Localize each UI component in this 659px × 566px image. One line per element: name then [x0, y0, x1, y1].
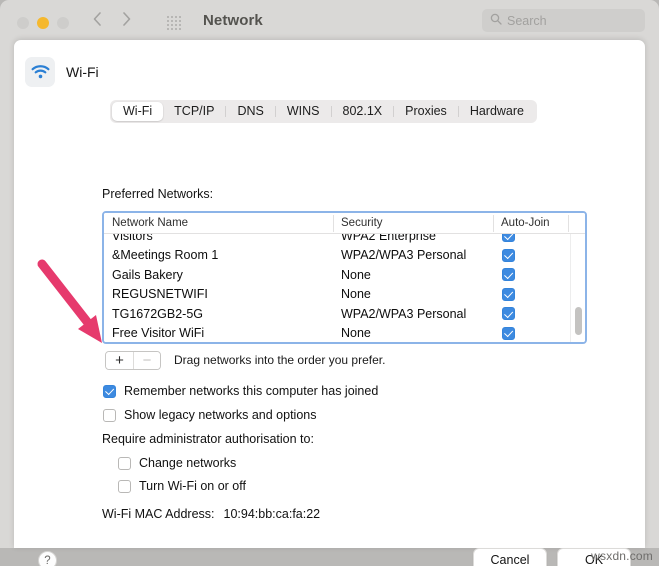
- cell-auto-join: [493, 234, 568, 243]
- table-rows-viewport: Visitors WPA2 Enterprise &Meetings Room …: [104, 234, 585, 342]
- auto-join-checkbox[interactable]: [502, 287, 515, 301]
- column-header-security[interactable]: Security: [333, 213, 493, 233]
- table-row[interactable]: Free Visitor WiFi None: [104, 324, 585, 343]
- remember-networks-label: Remember networks this computer has join…: [124, 384, 379, 398]
- cell-auto-join: [493, 287, 568, 301]
- cell-security: WPA2/WPA3 Personal: [341, 306, 467, 321]
- tab-dns[interactable]: DNS: [226, 102, 274, 121]
- auto-join-checkbox[interactable]: [502, 234, 515, 243]
- require-admin-label: Require administrator authorisation to:: [102, 432, 314, 446]
- table-row[interactable]: Visitors WPA2 Enterprise: [104, 234, 585, 246]
- cancel-button[interactable]: Cancel: [473, 548, 547, 566]
- auto-join-checkbox[interactable]: [502, 326, 515, 340]
- back-chevron-icon[interactable]: [93, 11, 102, 27]
- cell-security: None: [341, 326, 371, 341]
- column-header-network-name[interactable]: Network Name: [104, 213, 333, 233]
- window-title: Network: [203, 12, 263, 29]
- help-button[interactable]: ?: [38, 551, 57, 566]
- change-networks-row[interactable]: Change networks: [118, 456, 236, 470]
- zoom-button[interactable]: [57, 17, 69, 29]
- column-header-filler: [568, 213, 585, 233]
- cell-security: None: [341, 267, 371, 282]
- cell-security: WPA2 Enterprise: [341, 234, 436, 243]
- tab-tcpip[interactable]: TCP/IP: [163, 102, 225, 121]
- screen: Network Search Wi-Fi Wi-Fi TCP/IP DNS WI…: [0, 0, 659, 566]
- remove-network-button: −: [133, 352, 160, 369]
- cell-auto-join: [493, 307, 568, 321]
- table-row[interactable]: Gails Bakery None: [104, 265, 585, 285]
- remember-networks-checkbox[interactable]: [103, 384, 116, 398]
- show-all-grid-icon[interactable]: [167, 16, 183, 30]
- service-header: Wi-Fi: [25, 57, 99, 87]
- auto-join-checkbox[interactable]: [502, 248, 515, 262]
- search-placeholder: Search: [507, 13, 547, 28]
- tab-wifi[interactable]: Wi-Fi: [112, 102, 164, 121]
- watermark: wsxdn.com: [591, 549, 653, 563]
- mac-address-value: 10:94:bb:ca:fa:22: [223, 507, 321, 521]
- table-row[interactable]: &Meetings Room 1 WPA2/WPA3 Personal: [104, 246, 585, 266]
- forward-chevron-icon[interactable]: [122, 11, 131, 27]
- scrollbar-thumb[interactable]: [574, 307, 582, 335]
- preferred-networks-label: Preferred Networks:: [102, 187, 214, 201]
- mac-address-label: Wi-Fi MAC Address:: [102, 507, 215, 521]
- table-vertical-scrollbar[interactable]: [570, 234, 584, 342]
- change-networks-label: Change networks: [139, 456, 237, 470]
- change-networks-checkbox[interactable]: [118, 456, 131, 470]
- cell-security: None: [341, 287, 371, 302]
- cell-network-name: &Meetings Room 1: [112, 248, 219, 263]
- list-add-remove-control: + −: [105, 351, 161, 370]
- turn-wifi-on-off-label: Turn Wi-Fi on or off: [139, 479, 246, 493]
- minimize-button[interactable]: [37, 17, 49, 29]
- cell-auto-join: [493, 326, 568, 340]
- close-button[interactable]: [17, 17, 29, 29]
- cell-network-name: Free Visitor WiFi: [112, 326, 205, 341]
- wifi-advanced-sheet: Wi-Fi Wi-Fi TCP/IP DNS WINS 802.1X Proxi…: [14, 40, 645, 566]
- cell-security: WPA2/WPA3 Personal: [341, 248, 467, 263]
- service-label: Wi-Fi: [66, 64, 99, 80]
- cell-network-name: Gails Bakery: [112, 267, 183, 282]
- tab-hardware[interactable]: Hardware: [459, 102, 535, 121]
- turn-wifi-on-off-row[interactable]: Turn Wi-Fi on or off: [118, 479, 246, 493]
- cell-auto-join: [493, 248, 568, 262]
- tab-8021x[interactable]: 802.1X: [332, 102, 394, 121]
- preferred-networks-table[interactable]: Network Name Security Auto-Join Visitors…: [102, 211, 587, 344]
- table-row[interactable]: REGUSNETWIFI None: [104, 285, 585, 305]
- table-header-row: Network Name Security Auto-Join: [104, 213, 585, 234]
- cell-network-name: Visitors: [112, 234, 153, 243]
- remember-networks-row[interactable]: Remember networks this computer has join…: [103, 384, 378, 398]
- wifi-icon: [25, 57, 55, 87]
- column-header-auto-join[interactable]: Auto-Join: [493, 213, 568, 233]
- search-input[interactable]: Search: [482, 9, 645, 32]
- show-legacy-networks-checkbox[interactable]: [103, 408, 116, 422]
- cell-network-name: TG1672GB2-5G: [112, 306, 204, 321]
- traffic-light-group: [17, 17, 69, 29]
- turn-wifi-on-off-checkbox[interactable]: [118, 479, 131, 493]
- show-legacy-networks-label: Show legacy networks and options: [124, 408, 317, 422]
- cell-auto-join: [493, 268, 568, 282]
- navigation-arrows: [93, 11, 131, 27]
- auto-join-checkbox[interactable]: [502, 307, 515, 321]
- show-legacy-networks-row[interactable]: Show legacy networks and options: [103, 408, 316, 422]
- drag-order-hint: Drag networks into the order you prefer.: [174, 353, 386, 367]
- table-row[interactable]: TG1672GB2-5G WPA2/WPA3 Personal: [104, 304, 585, 324]
- tab-wins[interactable]: WINS: [276, 102, 331, 121]
- settings-tab-bar: Wi-Fi TCP/IP DNS WINS 802.1X Proxies Har…: [110, 100, 537, 123]
- search-icon: [490, 12, 502, 30]
- mac-address-row: Wi-Fi MAC Address: 10:94:bb:ca:fa:22: [102, 507, 320, 521]
- auto-join-checkbox[interactable]: [502, 268, 515, 282]
- tab-proxies[interactable]: Proxies: [394, 102, 458, 121]
- window-titlebar: Network Search: [0, 0, 659, 45]
- cell-network-name: REGUSNETWIFI: [112, 287, 208, 302]
- add-network-button[interactable]: +: [106, 352, 133, 369]
